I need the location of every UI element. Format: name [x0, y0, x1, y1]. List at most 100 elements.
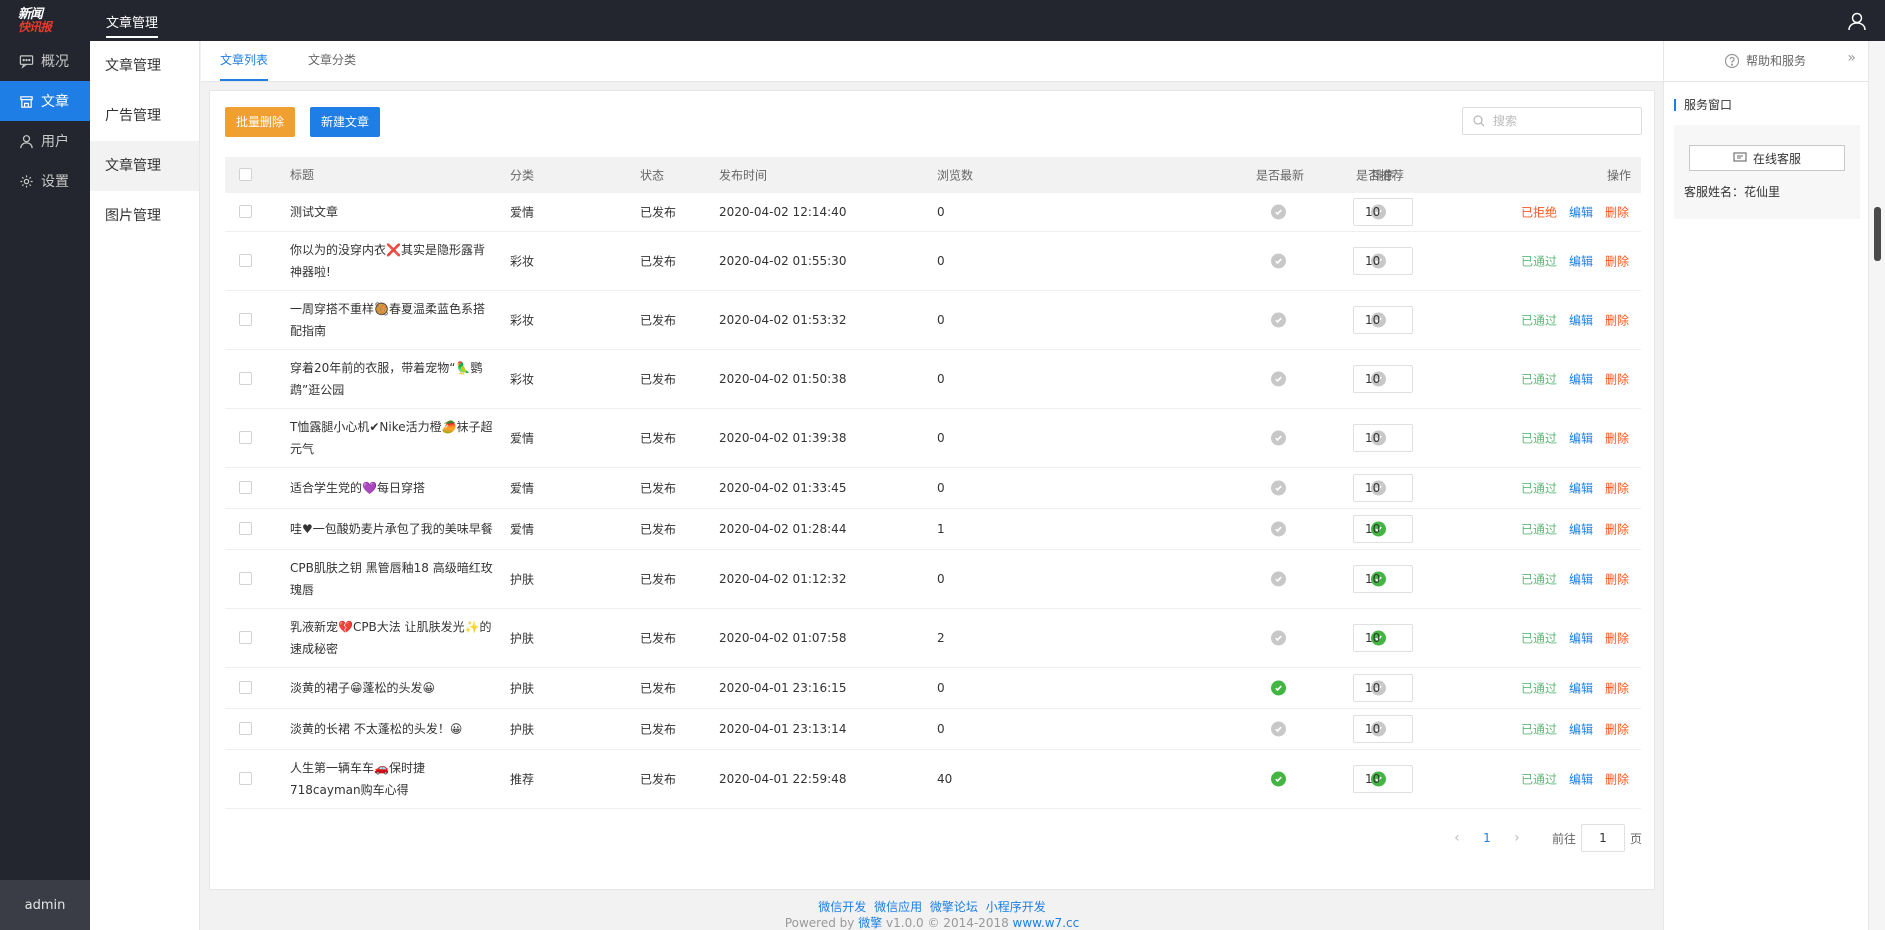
- delete-button[interactable]: 删除: [1605, 521, 1629, 538]
- site-link[interactable]: www.w7.cc: [1013, 916, 1080, 930]
- row-checkbox[interactable]: [239, 431, 252, 444]
- edit-button[interactable]: 编辑: [1569, 521, 1593, 538]
- latest-toggle-icon[interactable]: [1271, 721, 1286, 737]
- nav-item-settings[interactable]: 设置: [0, 161, 90, 201]
- help-and-service[interactable]: 帮助和服务: [1724, 52, 1806, 69]
- delete-button[interactable]: 删除: [1605, 430, 1629, 447]
- row-checkbox[interactable]: [239, 205, 252, 218]
- sort-input[interactable]: 10: [1353, 306, 1413, 334]
- page-number[interactable]: 1: [1472, 831, 1502, 845]
- latest-toggle-icon[interactable]: [1271, 680, 1286, 696]
- article-title[interactable]: 哇♥一包酸奶麦片承包了我的美味早餐: [290, 518, 495, 540]
- sort-input[interactable]: 10: [1353, 198, 1413, 226]
- article-title[interactable]: 一周穿搭不重样🥘春夏温柔蓝色系搭配指南: [290, 298, 495, 342]
- article-title[interactable]: 淡黄的裙子😁蓬松的头发😀: [290, 677, 495, 699]
- edit-button[interactable]: 编辑: [1569, 630, 1593, 647]
- top-nav-article-management[interactable]: 文章管理: [106, 12, 159, 38]
- row-checkbox[interactable]: [239, 522, 252, 535]
- sort-input[interactable]: 10: [1353, 365, 1413, 393]
- review-status-button[interactable]: 已通过: [1521, 312, 1557, 329]
- review-status-button[interactable]: 已拒绝: [1521, 204, 1557, 221]
- delete-button[interactable]: 删除: [1605, 680, 1629, 697]
- edit-button[interactable]: 编辑: [1569, 371, 1593, 388]
- row-checkbox[interactable]: [239, 372, 252, 385]
- new-article-button[interactable]: 新建文章: [310, 107, 381, 137]
- delete-button[interactable]: 删除: [1605, 312, 1629, 329]
- subnav-item-article-management-active[interactable]: 文章管理: [90, 141, 199, 191]
- latest-toggle-icon[interactable]: [1271, 312, 1286, 328]
- latest-toggle-icon[interactable]: [1271, 571, 1286, 587]
- latest-toggle-icon[interactable]: [1271, 371, 1286, 387]
- sort-input[interactable]: 10: [1353, 247, 1413, 275]
- review-status-button[interactable]: 已通过: [1521, 521, 1557, 538]
- article-title[interactable]: 人生第一辆车车🚗保时捷718cayman购车心得: [290, 757, 495, 801]
- brand-link[interactable]: 微擎: [858, 916, 882, 930]
- row-checkbox[interactable]: [239, 572, 252, 585]
- edit-button[interactable]: 编辑: [1569, 430, 1593, 447]
- sort-input[interactable]: 10: [1353, 624, 1413, 652]
- review-status-button[interactable]: 已通过: [1521, 680, 1557, 697]
- edit-button[interactable]: 编辑: [1569, 253, 1593, 270]
- footer-link[interactable]: 小程序开发: [986, 900, 1046, 914]
- admin-account[interactable]: admin: [0, 880, 90, 930]
- subnav-item-image-management[interactable]: 图片管理: [90, 191, 199, 241]
- footer-link[interactable]: 微信开发: [818, 900, 866, 914]
- sort-input[interactable]: 10: [1353, 715, 1413, 743]
- article-title[interactable]: T恤露腿小心机✔Nike活力橙🥭袜子超元气: [290, 416, 495, 460]
- row-checkbox[interactable]: [239, 313, 252, 326]
- review-status-button[interactable]: 已通过: [1521, 630, 1557, 647]
- tab-article-list[interactable]: 文章列表: [220, 41, 269, 81]
- article-title[interactable]: 你以为的没穿内衣❌其实是隐形露背神器啦!: [290, 239, 495, 283]
- review-status-button[interactable]: 已通过: [1521, 571, 1557, 588]
- edit-button[interactable]: 编辑: [1569, 771, 1593, 788]
- row-checkbox[interactable]: [239, 772, 252, 785]
- article-title[interactable]: 穿着20年前的衣服，带着宠物“🦜鹦鹉”逛公园: [290, 357, 495, 401]
- latest-toggle-icon[interactable]: [1271, 630, 1286, 646]
- latest-toggle-icon[interactable]: [1271, 521, 1286, 537]
- review-status-button[interactable]: 已通过: [1521, 371, 1557, 388]
- latest-toggle-icon[interactable]: [1271, 771, 1286, 787]
- delete-button[interactable]: 删除: [1605, 771, 1629, 788]
- edit-button[interactable]: 编辑: [1569, 480, 1593, 497]
- delete-button[interactable]: 删除: [1605, 630, 1629, 647]
- search-input[interactable]: 搜索: [1462, 107, 1642, 135]
- collapse-icon[interactable]: »: [1847, 50, 1856, 66]
- row-checkbox[interactable]: [239, 681, 252, 694]
- article-title[interactable]: 测试文章: [290, 201, 495, 223]
- sort-input[interactable]: 10: [1353, 515, 1413, 543]
- edit-button[interactable]: 编辑: [1569, 571, 1593, 588]
- sort-input[interactable]: 10: [1353, 565, 1413, 593]
- delete-button[interactable]: 删除: [1605, 571, 1629, 588]
- latest-toggle-icon[interactable]: [1271, 253, 1286, 269]
- article-title[interactable]: 淡黄的长裙 不太蓬松的头发！😀: [290, 718, 495, 740]
- article-title[interactable]: 适合学生党的💜每日穿搭: [290, 477, 495, 499]
- review-status-button[interactable]: 已通过: [1521, 253, 1557, 270]
- user-icon[interactable]: [1847, 11, 1867, 31]
- latest-toggle-icon[interactable]: [1271, 480, 1286, 496]
- row-checkbox[interactable]: [239, 481, 252, 494]
- latest-toggle-icon[interactable]: [1271, 430, 1286, 446]
- latest-toggle-icon[interactable]: [1271, 204, 1286, 220]
- nav-item-article[interactable]: 文章: [0, 81, 90, 121]
- edit-button[interactable]: 编辑: [1569, 312, 1593, 329]
- subnav-item-ad-management[interactable]: 广告管理: [90, 91, 199, 141]
- edit-button[interactable]: 编辑: [1569, 721, 1593, 738]
- row-checkbox[interactable]: [239, 722, 252, 735]
- nav-item-user[interactable]: 用户: [0, 121, 90, 161]
- row-checkbox[interactable]: [239, 254, 252, 267]
- scrollbar[interactable]: [1868, 41, 1885, 930]
- next-page-button[interactable]: ›: [1502, 830, 1532, 846]
- subnav-item-article-management[interactable]: 文章管理: [90, 41, 199, 91]
- delete-button[interactable]: 删除: [1605, 204, 1629, 221]
- batch-delete-button[interactable]: 批量删除: [225, 107, 296, 137]
- delete-button[interactable]: 删除: [1605, 371, 1629, 388]
- review-status-button[interactable]: 已通过: [1521, 721, 1557, 738]
- goto-page-input[interactable]: 1: [1580, 824, 1625, 852]
- logo[interactable]: 新闻 快讯报: [18, 8, 62, 34]
- delete-button[interactable]: 删除: [1605, 253, 1629, 270]
- delete-button[interactable]: 删除: [1605, 721, 1629, 738]
- review-status-button[interactable]: 已通过: [1521, 480, 1557, 497]
- review-status-button[interactable]: 已通过: [1521, 771, 1557, 788]
- prev-page-button[interactable]: ‹: [1442, 830, 1472, 846]
- sort-input[interactable]: 10: [1353, 424, 1413, 452]
